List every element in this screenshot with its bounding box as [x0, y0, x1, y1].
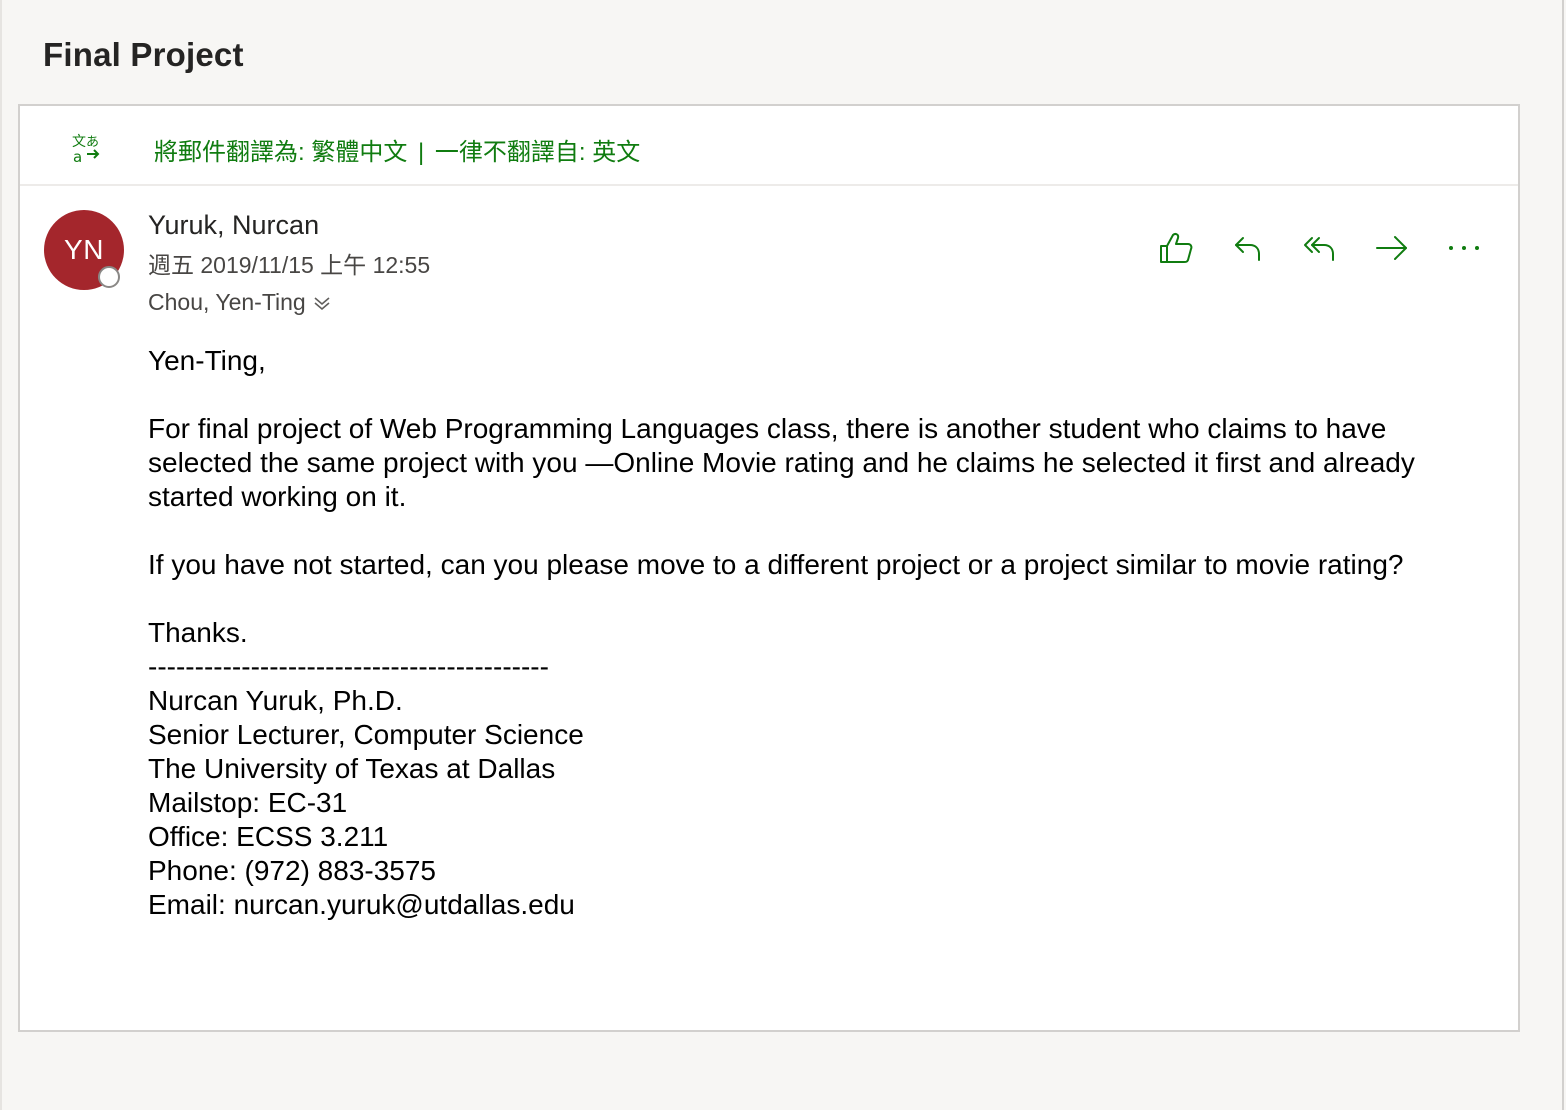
page-edge-left [0, 0, 2, 1110]
recipient-name[interactable]: Chou, Yen-Ting [148, 289, 306, 316]
signature-title: Senior Lecturer, Computer Science [148, 719, 584, 750]
signature-mailstop: Mailstop: EC-31 [148, 787, 348, 818]
forward-icon [1376, 236, 1407, 260]
message-body: Yen-Ting, For final project of Web Progr… [148, 344, 1438, 922]
more-actions-button[interactable] [1444, 230, 1484, 266]
sender-name[interactable]: Yuruk, Nurcan [148, 210, 319, 241]
translate-options: 將郵件翻譯為: 繁體中文 | 一律不翻譯自: 英文 [154, 132, 640, 167]
signature-block: Thanks. --------------------------------… [148, 616, 1438, 922]
body-paragraph: If you have not started, can you please … [148, 549, 1404, 580]
forward-button[interactable] [1372, 230, 1412, 266]
reply-all-icon [1304, 237, 1334, 261]
svg-text:a: a [73, 148, 82, 164]
reply-button[interactable] [1228, 230, 1268, 266]
translate-icon[interactable]: 文 a あ [70, 132, 102, 164]
svg-text:あ: あ [86, 135, 99, 150]
translate-separator: | [418, 139, 425, 166]
sent-date: 週五 2019/11/15 上午 12:55 [148, 252, 431, 278]
email-subject: Final Project [43, 36, 244, 73]
like-button[interactable] [1156, 230, 1196, 266]
recipients-line: Chou, Yen-Ting [148, 289, 332, 316]
signature-office: Office: ECSS 3.211 [148, 821, 389, 852]
signature-university: The University of Texas at Dallas [148, 753, 556, 784]
translate-bar: 文 a あ 將郵件翻譯為: 繁體中文 | 一律不翻譯自: 英文 [20, 106, 1518, 186]
reply-all-button[interactable] [1300, 230, 1340, 266]
signature-name: Nurcan Yuruk, Ph.D. [148, 685, 403, 716]
message-card: 文 a あ 將郵件翻譯為: 繁體中文 | 一律不翻譯自: 英文 YN Yuruk… [18, 104, 1520, 1032]
thumbs-up-icon [1160, 233, 1193, 263]
more-icon [1449, 246, 1479, 250]
presence-status-icon [98, 266, 120, 288]
chevron-double-down-icon[interactable] [312, 293, 332, 313]
translate-message-link[interactable]: 將郵件翻譯為: 繁體中文 [154, 139, 407, 166]
message-actions [1156, 230, 1484, 266]
page-edge-right [1562, 0, 1564, 1110]
greeting: Yen-Ting, [148, 345, 266, 376]
signature-divider: ----------------------------------------… [148, 651, 549, 682]
reply-icon [1235, 237, 1260, 261]
body-paragraph: For final project of Web Programming Lan… [148, 413, 1415, 512]
signature-email[interactable]: Email: nurcan.yuruk@utdallas.edu [148, 888, 1438, 922]
closing: Thanks. [148, 617, 248, 648]
never-translate-link[interactable]: 一律不翻譯自: 英文 [435, 139, 640, 166]
signature-phone: Phone: (972) 883-3575 [148, 855, 436, 886]
